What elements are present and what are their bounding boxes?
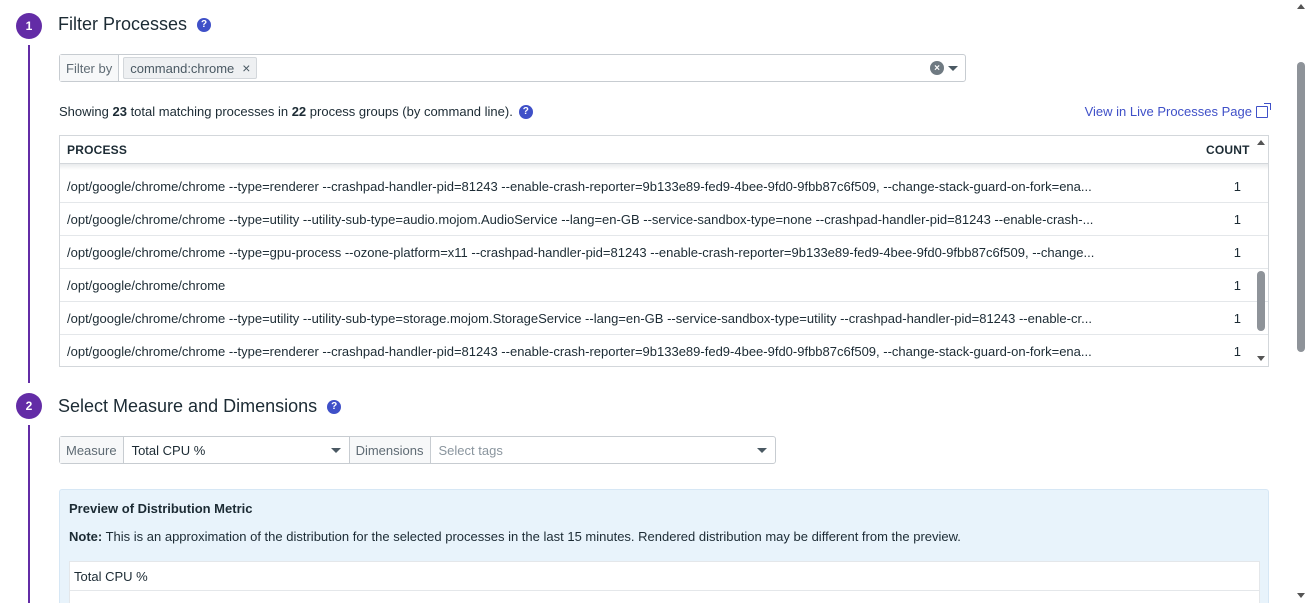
count-cell: 1 [1233, 244, 1241, 260]
measure-label: Measure [60, 437, 124, 463]
page-scrollbar[interactable] [1294, 0, 1308, 603]
count-cell: 1 [1233, 277, 1241, 293]
process-cell: /opt/google/chrome/chrome --type=utility… [67, 310, 1092, 326]
preview-metric-box: Total CPU % [69, 561, 1260, 603]
live-processes-link[interactable]: View in Live Processes Page [1085, 102, 1271, 119]
step-1-title-text: Filter Processes [58, 14, 188, 34]
distribution-preview: Preview of Distribution Metric Note: Thi… [59, 489, 1269, 603]
process-table: PROCESS COUNT /opt/google/chrome/chrome … [59, 135, 1269, 367]
table-row[interactable]: /opt/google/chrome/chrome --type=gpu-pro… [60, 236, 1268, 269]
table-row[interactable]: /opt/google/chrome/chrome --type=rendere… [60, 170, 1268, 203]
scroll-down-icon[interactable] [1257, 356, 1265, 361]
filter-tag: command:chrome × [123, 57, 258, 79]
total-count: 23 [112, 104, 127, 119]
scroll-up-icon[interactable] [1257, 140, 1265, 145]
filter-tag-text: command:chrome [130, 60, 235, 76]
step-1-badge: 1 [16, 13, 42, 39]
chevron-down-icon [757, 447, 767, 453]
count-cell: 1 [1233, 211, 1241, 227]
filter-dropdown-icon[interactable] [948, 65, 958, 71]
count-cell: 1 [1233, 343, 1241, 359]
measure-select[interactable]: Total CPU % [124, 437, 350, 463]
dimensions-select[interactable]: Select tags [431, 437, 776, 463]
step-1-line [28, 45, 30, 383]
process-summary: Showing 23 total matching processes in 2… [59, 104, 533, 119]
process-cell: /opt/google/chrome/chrome --type=rendere… [67, 178, 1092, 194]
table-row[interactable]: /opt/google/chrome/chrome --type=utility… [60, 302, 1268, 335]
help-icon[interactable]: ? [327, 399, 342, 414]
table-body: /opt/google/chrome/chrome --type=rendere… [60, 170, 1268, 366]
process-cell: /opt/google/chrome/chrome --type=gpu-pro… [67, 244, 1095, 260]
process-cell: /opt/google/chrome/chrome --type=utility… [67, 211, 1094, 227]
column-process[interactable]: PROCESS [60, 143, 1206, 157]
process-cell: /opt/google/chrome/chrome --type=rendere… [67, 343, 1092, 359]
step-2-title: Select Measure and Dimensions ? [58, 396, 342, 417]
table-row[interactable]: /opt/google/chrome/chrome --type=rendere… [60, 335, 1268, 366]
preview-title: Preview of Distribution Metric [69, 501, 253, 516]
count-cell: 1 [1233, 310, 1241, 326]
divider [70, 590, 1259, 591]
dimensions-label: Dimensions [349, 437, 431, 463]
step-2-title-text: Select Measure and Dimensions [58, 396, 318, 416]
measure-dimensions-bar: Measure Total CPU % Dimensions Select ta… [59, 436, 776, 464]
count-cell: 1 [1233, 178, 1241, 194]
table-scrollbar[interactable] [1254, 136, 1268, 366]
filter-by-label: Filter by [60, 55, 120, 81]
step-2-line [28, 425, 30, 603]
page-scroll-thumb[interactable] [1297, 62, 1305, 352]
filter-bar[interactable]: Filter by command:chrome × × [59, 54, 966, 82]
external-link-icon [1256, 102, 1271, 118]
table-row[interactable]: /opt/google/chrome/chrome --type=utility… [60, 203, 1268, 236]
help-icon[interactable]: ? [197, 17, 212, 32]
table-header: PROCESS COUNT [60, 136, 1268, 164]
step-2-badge: 2 [16, 393, 42, 419]
column-count[interactable]: COUNT [1206, 143, 1249, 157]
preview-note: Note: This is an approximation of the di… [69, 529, 961, 544]
scroll-up-icon[interactable] [1297, 4, 1305, 9]
chevron-down-icon [330, 447, 341, 453]
table-row[interactable]: /opt/google/chrome/chrome 1 [60, 269, 1268, 302]
remove-tag-icon[interactable]: × [242, 61, 250, 75]
table-scroll-thumb[interactable] [1257, 271, 1265, 331]
summary-help-icon[interactable]: ? [518, 104, 533, 119]
step-1-title: Filter Processes ? [58, 14, 212, 35]
group-count: 22 [291, 104, 307, 119]
scroll-down-icon[interactable] [1297, 593, 1305, 598]
clear-filter-icon[interactable]: × [930, 61, 944, 75]
process-cell: /opt/google/chrome/chrome [67, 277, 226, 293]
preview-metric-label: Total CPU % [74, 569, 148, 584]
